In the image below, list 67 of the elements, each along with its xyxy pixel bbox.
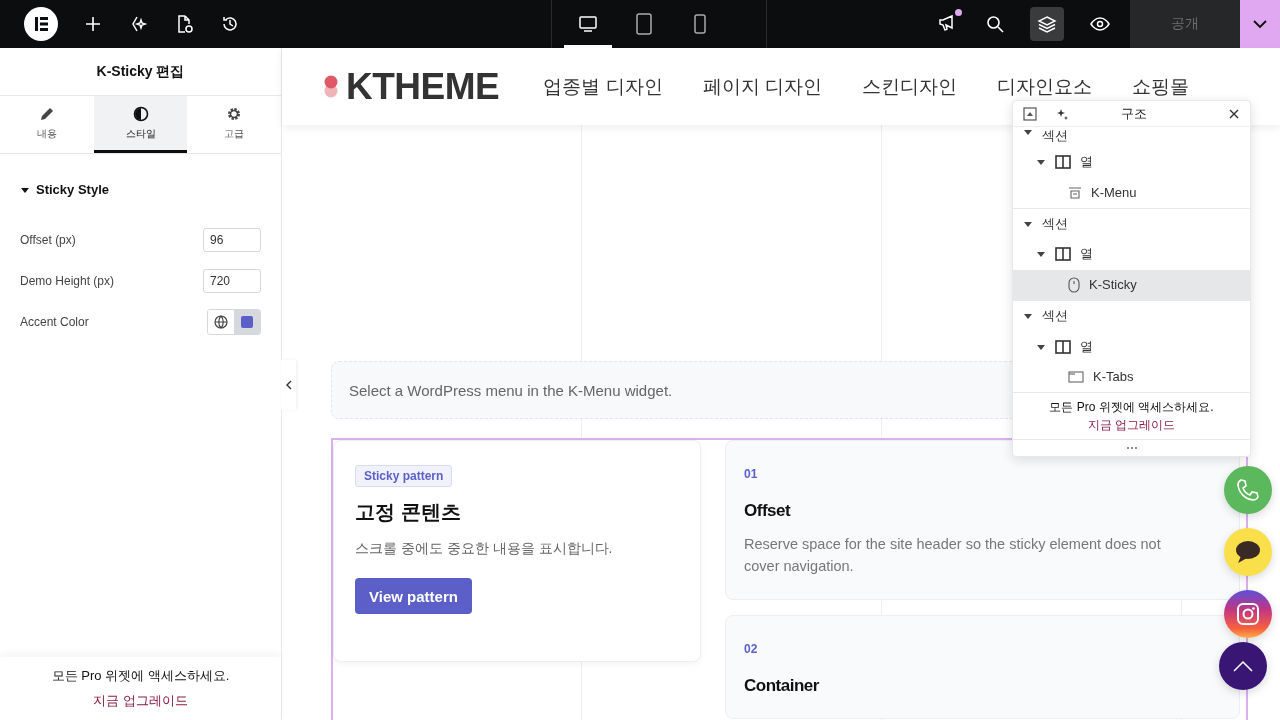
- card-title: 고정 콘텐츠: [355, 500, 461, 525]
- elementor-logo-icon[interactable]: [24, 7, 58, 41]
- number-input[interactable]: 96: [203, 227, 261, 252]
- menu-widget-icon: [1068, 185, 1082, 200]
- close-icon[interactable]: [1228, 107, 1240, 120]
- camera-icon[interactable]: [1236, 602, 1260, 626]
- mouse-icon: [1068, 276, 1080, 293]
- columns-icon: [1055, 339, 1071, 354]
- field-label: Offset (px): [20, 232, 76, 247]
- section-toggle[interactable]: Sticky Style: [20, 182, 109, 197]
- nav-link[interactable]: 페이지 디자인: [702, 73, 822, 100]
- color-swatch[interactable]: [234, 309, 260, 334]
- tree-item[interactable]: 열: [1013, 239, 1250, 270]
- panel-tab[interactable]: 스타일: [93, 96, 188, 153]
- monitor-icon[interactable]: [578, 14, 598, 34]
- step-number: 01: [744, 467, 758, 481]
- tree-item[interactable]: K-Menu: [1013, 177, 1250, 208]
- layers-icon[interactable]: [1030, 7, 1064, 41]
- promo-text: 모든 Pro 위젯에 액세스하세요.: [51, 667, 230, 685]
- upgrade-link[interactable]: 지금 업그레이드: [93, 692, 188, 710]
- field-label: Demo Height (px): [20, 273, 115, 288]
- promo-text: 모든 Pro 위젯에 액세스하세요. 지금 업그레이드: [1013, 392, 1250, 440]
- upgrade-link[interactable]: 지금 업그레이드: [1087, 418, 1176, 433]
- pattern-badge: Sticky pattern: [355, 465, 453, 487]
- step-text: Reserve space for the site header so the sticky element does not cover navigation.: [744, 535, 1162, 576]
- chevron-down-icon[interactable]: [1252, 19, 1268, 29]
- tree-item[interactable]: 열: [1013, 331, 1250, 362]
- drag-handle-icon[interactable]: [1125, 446, 1138, 451]
- site-logo[interactable]: KTHEME: [346, 65, 500, 108]
- pencil-icon[interactable]: [38, 105, 55, 122]
- step-title: Offset: [744, 501, 791, 521]
- field-label: Accent Color: [20, 314, 89, 329]
- nav-link[interactable]: 업종별 디자인: [543, 73, 663, 100]
- chat-bubble-icon[interactable]: [1233, 538, 1263, 566]
- tree-item[interactable]: K-Sticky: [1013, 269, 1250, 300]
- number-input[interactable]: 720: [203, 268, 261, 293]
- tablet-icon[interactable]: [634, 13, 654, 35]
- view-pattern-button[interactable]: View pattern: [355, 578, 472, 614]
- step-title: Container: [744, 676, 819, 696]
- card-text: 스크롤 중에도 중요한 내용을 표시합니다.: [355, 540, 613, 558]
- window-icon: [1068, 370, 1084, 383]
- step-number: 02: [744, 642, 758, 656]
- nav-link[interactable]: 디자인요소: [996, 73, 1092, 100]
- collapse-icon[interactable]: [1023, 106, 1037, 121]
- caret-icon[interactable]: [1023, 127, 1033, 137]
- instagram-button[interactable]: [1224, 590, 1272, 638]
- structure-title: 구조: [1119, 104, 1148, 123]
- tree-item[interactable]: 섹션: [1013, 299, 1250, 332]
- gear-icon[interactable]: [226, 105, 243, 122]
- logo-dots-icon: [324, 73, 338, 100]
- scroll-top-button[interactable]: [1219, 642, 1267, 690]
- columns-icon: [1055, 155, 1071, 170]
- contrast-icon[interactable]: [132, 105, 149, 122]
- chat-button[interactable]: [1224, 528, 1272, 576]
- tree-item[interactable]: 섹션: [1013, 207, 1250, 240]
- columns-icon: [1055, 247, 1071, 262]
- tree-item[interactable]: K-Tabs: [1013, 361, 1250, 393]
- nav-link[interactable]: 스킨디자인: [861, 73, 957, 100]
- tree-item[interactable]: 섹션: [1013, 127, 1250, 147]
- phone-icon[interactable]: [692, 13, 708, 35]
- add-icon[interactable]: [84, 15, 102, 33]
- tree-item[interactable]: 열: [1013, 147, 1250, 178]
- search-icon[interactable]: [985, 14, 1005, 34]
- history-icon[interactable]: [220, 14, 240, 34]
- chevron-left-icon[interactable]: [284, 380, 293, 390]
- chevron-up-icon[interactable]: [1231, 659, 1255, 673]
- nav-link[interactable]: 쇼핑몰: [1131, 73, 1189, 100]
